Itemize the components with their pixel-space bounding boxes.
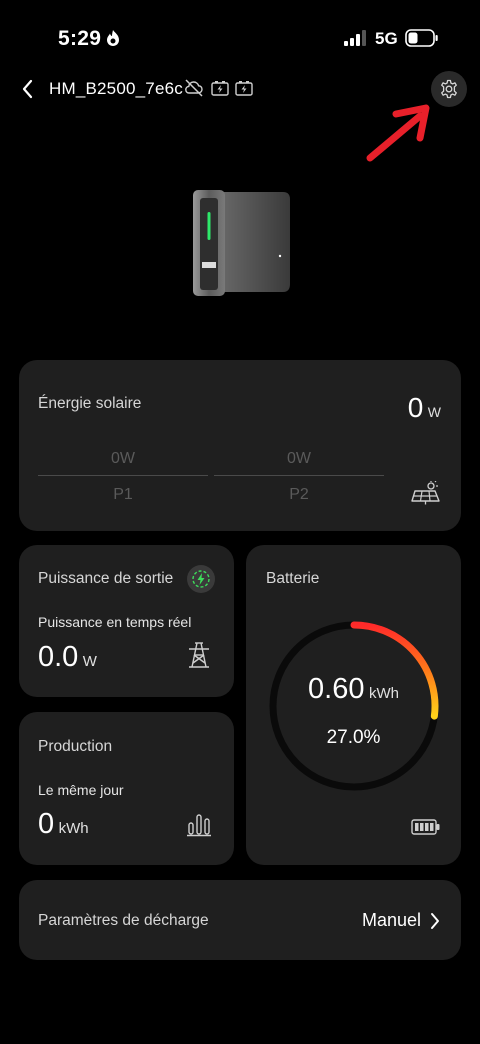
solar-panel-icon [411, 481, 440, 505]
settings-button[interactable] [431, 71, 467, 107]
discharge-title: Paramètres de décharge [38, 912, 209, 929]
status-time: 5:29 [58, 27, 102, 50]
power-tower-icon [189, 642, 209, 668]
lightning-icon [192, 570, 210, 588]
battery-energy-value: 0.60 [308, 673, 365, 705]
p1-divider [38, 475, 208, 476]
gear-icon [441, 79, 457, 99]
discharge-settings-row[interactable]: Paramètres de décharge Manuel [19, 880, 461, 960]
p2-value: 0W [287, 450, 311, 467]
battery-energy-unit: kWh [368, 685, 399, 702]
network-type: 5G [375, 29, 398, 48]
output-value: 0.0 [38, 641, 79, 673]
battery-percent: 27.0% [326, 727, 381, 748]
output-card[interactable]: Puissance de sortie Puissance en temps r… [19, 545, 234, 697]
p2-divider [214, 475, 384, 476]
p2-label: P2 [289, 486, 309, 503]
solar-card[interactable]: Énergie solaire 0 W 0W P1 0W P2 [19, 360, 461, 531]
flame-icon [107, 30, 119, 46]
battery-charge-icon [211, 81, 229, 96]
chevron-right-icon [431, 913, 439, 929]
solar-power-unit: W [427, 404, 441, 420]
battery-status-icon [405, 29, 438, 47]
cloud-offline-icon [185, 79, 203, 97]
output-mode-button[interactable] [187, 565, 215, 593]
annotation-arrow [366, 104, 430, 162]
bar-chart-icon [187, 814, 211, 837]
back-chevron-icon[interactable] [18, 78, 38, 100]
battery-gauge [269, 621, 439, 791]
output-readout: 0.0 W [38, 641, 97, 674]
solar-title: Énergie solaire [38, 395, 142, 412]
device-image [193, 190, 290, 296]
production-card[interactable]: Production Le même jour 0 kWh [19, 712, 234, 865]
solar-power-readout: 0 W [408, 392, 441, 424]
production-value: 0 [38, 808, 55, 840]
battery-title: Batterie [266, 570, 320, 587]
battery-energy-readout: 0.60 kWh [246, 673, 461, 706]
discharge-mode: Manuel [361, 910, 421, 930]
p1-value: 0W [111, 450, 135, 467]
battery-card[interactable]: Batterie 0.60 kWh 27.0% [246, 545, 461, 865]
output-unit: W [82, 653, 97, 670]
p1-label: P1 [113, 486, 133, 503]
production-unit: kWh [58, 820, 89, 837]
production-readout: 0 kWh [38, 808, 89, 841]
output-title: Puissance de sortie [38, 570, 174, 587]
battery-level-icon [411, 819, 440, 835]
production-day-label: Le même jour [38, 782, 124, 798]
battery-charge-icon-2 [235, 81, 253, 96]
production-title: Production [38, 738, 113, 755]
signal-icon [344, 30, 366, 46]
device-name-title: HM_B2500_7e6c [49, 79, 183, 98]
solar-power-value: 0 [407, 392, 424, 423]
realtime-label: Puissance en temps réel [38, 614, 192, 630]
